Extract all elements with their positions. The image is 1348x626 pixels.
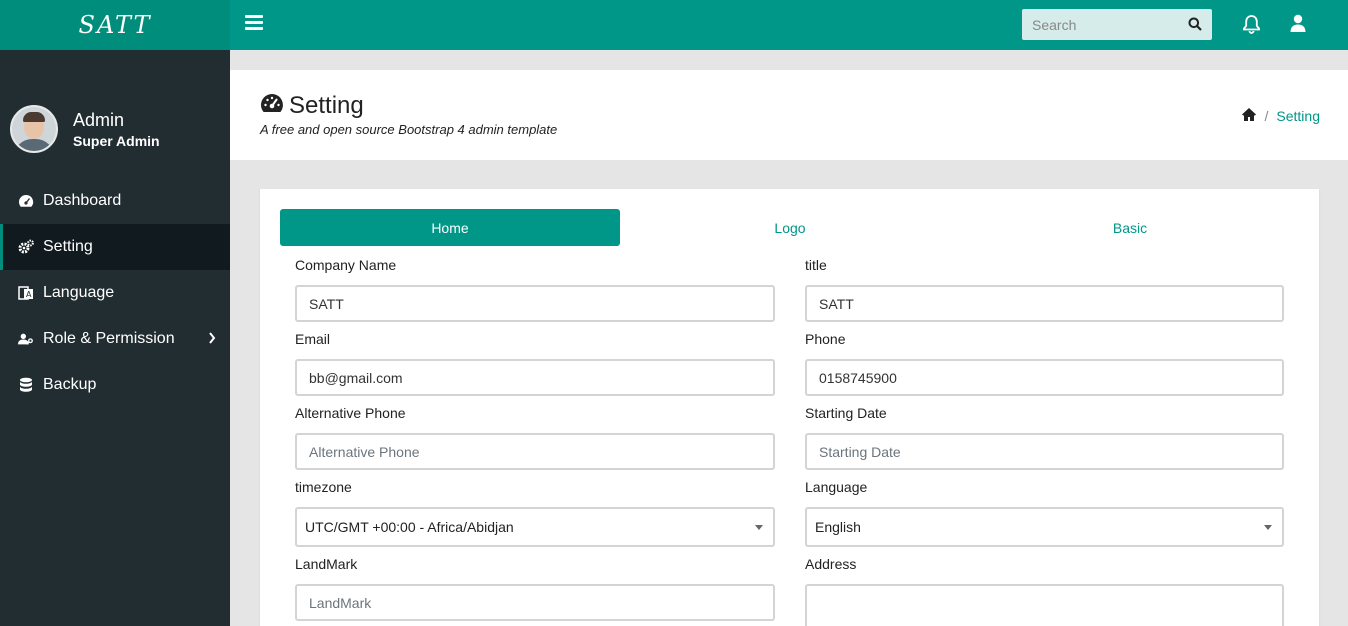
sidebar-item-label: Language (43, 284, 115, 301)
chevron-right-icon (208, 331, 216, 349)
landmark-group: LandMark (295, 556, 775, 621)
sidebar-item-label: Setting (43, 238, 93, 255)
caret-down-icon (755, 525, 763, 530)
sidebar-item-backup[interactable]: Backup (0, 362, 230, 408)
sidebar-item-language[interactable]: A Language (0, 270, 230, 316)
page-header: Setting A free and open source Bootstrap… (230, 70, 1348, 160)
dashboard-icon (260, 92, 284, 120)
dashboard-icon (18, 193, 34, 209)
language-icon: A (18, 285, 34, 301)
breadcrumb-separator: / (1264, 107, 1269, 124)
landmark-input[interactable] (295, 584, 775, 621)
page-title: Setting (260, 92, 364, 120)
title-label: title (805, 257, 827, 273)
home-icon[interactable] (1241, 107, 1257, 124)
company-name-input[interactable] (295, 285, 775, 322)
alt-phone-label: Alternative Phone (295, 405, 406, 421)
brand-name: SATT (78, 11, 152, 39)
alt-phone-group: Alternative Phone (295, 405, 775, 470)
topbar (230, 0, 1348, 50)
sidebar-item-role-permission[interactable]: Role & Permission (0, 316, 230, 362)
starting-date-group: Starting Date (805, 405, 1284, 470)
page-subtitle: A free and open source Bootstrap 4 admin… (260, 122, 558, 137)
sidebar-item-label: Backup (43, 376, 97, 393)
timezone-value: UTC/GMT +00:00 - Africa/Abidjan (305, 519, 514, 535)
phone-input[interactable] (805, 359, 1284, 396)
sidebar-item-setting[interactable]: Setting (0, 224, 230, 270)
breadcrumb-current[interactable]: Setting (1276, 108, 1320, 124)
tab-basic[interactable]: Basic (960, 209, 1300, 246)
phone-group: Phone (805, 331, 1284, 396)
settings-tabs: Home Logo Basic (280, 209, 1300, 246)
cogs-icon (18, 239, 34, 255)
menu-toggle-icon[interactable] (245, 15, 263, 31)
starting-date-label: Starting Date (805, 405, 887, 421)
timezone-select[interactable]: UTC/GMT +00:00 - Africa/Abidjan (295, 507, 775, 547)
language-label: Language (805, 479, 868, 495)
bell-icon[interactable] (1242, 14, 1261, 39)
email-input[interactable] (295, 359, 775, 396)
brand-logo[interactable]: SATT (0, 0, 230, 50)
company-name-label: Company Name (295, 257, 397, 273)
email-group: Email (295, 331, 775, 396)
user-role: Super Admin (73, 132, 160, 149)
user-key-icon (18, 331, 34, 347)
address-group: Address (805, 556, 1284, 626)
sidebar-item-label: Dashboard (43, 192, 122, 209)
user-name: Admin (73, 109, 125, 130)
sidebar-menu: Dashboard Setting A Language Role & Perm… (0, 178, 230, 408)
search-box (1022, 9, 1212, 40)
breadcrumb: / Setting (1241, 107, 1320, 124)
language-select[interactable]: English (805, 507, 1284, 547)
database-icon (18, 377, 34, 393)
landmark-label: LandMark (295, 556, 358, 572)
search-icon[interactable] (1188, 17, 1202, 36)
timezone-label: timezone (295, 479, 352, 495)
phone-label: Phone (805, 331, 846, 347)
tab-logo[interactable]: Logo (620, 209, 960, 246)
title-input[interactable] (805, 285, 1284, 322)
user-icon[interactable] (1290, 14, 1306, 38)
avatar (10, 104, 58, 153)
sidebar-item-label: Role & Permission (43, 330, 175, 347)
caret-down-icon (1264, 525, 1272, 530)
settings-card: Home Logo Basic Company Name title Email… (260, 189, 1319, 626)
page-title-text: Setting (289, 92, 364, 119)
address-textarea[interactable] (805, 584, 1284, 626)
alt-phone-input[interactable] (295, 433, 775, 470)
starting-date-input[interactable] (805, 433, 1284, 470)
user-panel: Admin Super Admin (0, 50, 230, 178)
title-group: title (805, 257, 1284, 322)
search-input[interactable] (1022, 9, 1182, 40)
tab-home[interactable]: Home (280, 209, 620, 246)
timezone-group: timezone UTC/GMT +00:00 - Africa/Abidjan (295, 479, 775, 547)
address-label: Address (805, 556, 857, 572)
email-label: Email (295, 331, 331, 347)
sidebar: SATT Admin Super Admin Dashboard Setting… (0, 0, 230, 626)
language-value: English (815, 519, 861, 535)
svg-text:A: A (26, 290, 32, 299)
company-name-group: Company Name (295, 257, 775, 322)
language-group: Language English (805, 479, 1284, 547)
sidebar-item-dashboard[interactable]: Dashboard (0, 178, 230, 224)
